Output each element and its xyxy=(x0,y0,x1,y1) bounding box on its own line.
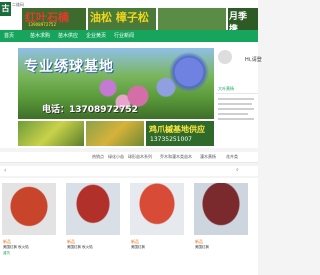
main-nav: 首页 苗木求购 苗木供应 企业黄页 行业新闻 xyxy=(0,30,258,42)
filter-item[interactable]: 灌木黄杨 xyxy=(200,154,216,160)
blue-hydrangea-image xyxy=(168,52,210,92)
product-image[interactable] xyxy=(130,183,184,235)
product-desc: 美国红枫 秋火焰 xyxy=(67,245,93,249)
section-header: ‹ ⌕ xyxy=(0,166,258,176)
category-filter-bar: 热销点 绿化小苗 球形苗木系列 乔木和灌木类苗木 灌木黄杨 花卉类 xyxy=(0,152,258,163)
side-text-line xyxy=(218,103,252,105)
hero-banner[interactable]: 专业绣球基地 电话：13708972752 xyxy=(18,48,214,119)
greeting[interactable]: Hi,请登 xyxy=(245,56,262,63)
product-grid: 新品 美国红枫 秋火焰 潍坊 新品 美国红枫 秋火焰 新品 美国红枫 新品 美国… xyxy=(0,178,258,275)
thumbnail-ad[interactable] xyxy=(86,121,144,146)
promo-banner[interactable]: 鸡爪槭基地供应 13735251007 xyxy=(146,121,214,146)
chevron-left-icon[interactable]: ‹ xyxy=(4,167,6,174)
product-location: 潍坊 xyxy=(3,251,10,255)
banner-phone: 13908972752 xyxy=(28,22,56,27)
nav-item-supply[interactable]: 苗木供应 xyxy=(58,32,78,39)
product-desc: 美国红枫 xyxy=(131,245,145,249)
side-text-line xyxy=(218,118,254,120)
avatar[interactable] xyxy=(218,50,232,64)
banner-title: 月季 携 xyxy=(229,12,248,30)
product-desc: 美国红枫 秋火焰 xyxy=(3,245,29,249)
filter-item[interactable]: 绿化小苗 xyxy=(108,154,124,160)
product-image[interactable] xyxy=(66,183,120,235)
banner-red-photinia[interactable]: 红叶石楠 13908972752 xyxy=(22,8,86,30)
side-tab-label: 大叶黄杨 xyxy=(218,86,234,91)
nav-item-buy[interactable]: 苗木求购 xyxy=(30,32,50,39)
side-text-line xyxy=(218,113,248,115)
thumbnail-ad[interactable] xyxy=(18,121,84,146)
product-card[interactable]: 新品 美国红枫 秋火焰 xyxy=(64,181,122,273)
filter-item[interactable]: 花卉类 xyxy=(226,154,238,160)
side-text-line xyxy=(218,108,254,110)
side-text-line xyxy=(218,98,254,100)
hero-phone: 电话：13708972752 xyxy=(42,105,138,115)
hero-title: 专业绣球基地 xyxy=(24,59,114,75)
nav-item-home[interactable]: 首页 xyxy=(4,32,14,39)
nav-item-news[interactable]: 行业新闻 xyxy=(114,32,134,39)
product-image[interactable] xyxy=(194,183,248,235)
nav-item-companies[interactable]: 企业黄页 xyxy=(86,32,106,39)
product-image[interactable] xyxy=(2,183,56,235)
product-card[interactable]: 新品 美国红枫 秋火焰 潍坊 xyxy=(0,181,58,273)
logo[interactable]: 古 xyxy=(0,2,11,16)
banner-pine[interactable]: 油松 樟子松 xyxy=(88,8,156,30)
product-card[interactable]: 新品 美国红枫 xyxy=(192,181,250,273)
filter-item[interactable]: 热销点 xyxy=(92,154,104,160)
user-panel: Hi,请登 大叶黄杨 xyxy=(216,48,262,148)
filter-item[interactable]: 球形苗木系列 xyxy=(128,154,152,160)
header: 古 二维码 红叶石楠 13908972752 油松 樟子松 月季 携 xyxy=(0,0,258,30)
search-icon[interactable]: ⌕ xyxy=(236,167,239,173)
filter-item[interactable]: 乔木和灌木类苗木 xyxy=(160,154,192,160)
side-tab[interactable]: 大叶黄杨 xyxy=(216,86,258,94)
promo-phone: 13735251007 xyxy=(150,136,192,143)
banner-title: 油松 樟子松 xyxy=(90,11,149,24)
page: 古 二维码 红叶石楠 13908972752 油松 樟子松 月季 携 首页 苗木… xyxy=(0,0,262,275)
product-desc: 美国红枫 xyxy=(195,245,209,249)
banner-plants[interactable] xyxy=(158,8,226,30)
promo-title: 鸡爪槭基地供应 xyxy=(149,124,205,134)
banner-rose[interactable]: 月季 携 xyxy=(228,8,258,30)
product-card[interactable]: 新品 美国红枫 xyxy=(128,181,186,273)
